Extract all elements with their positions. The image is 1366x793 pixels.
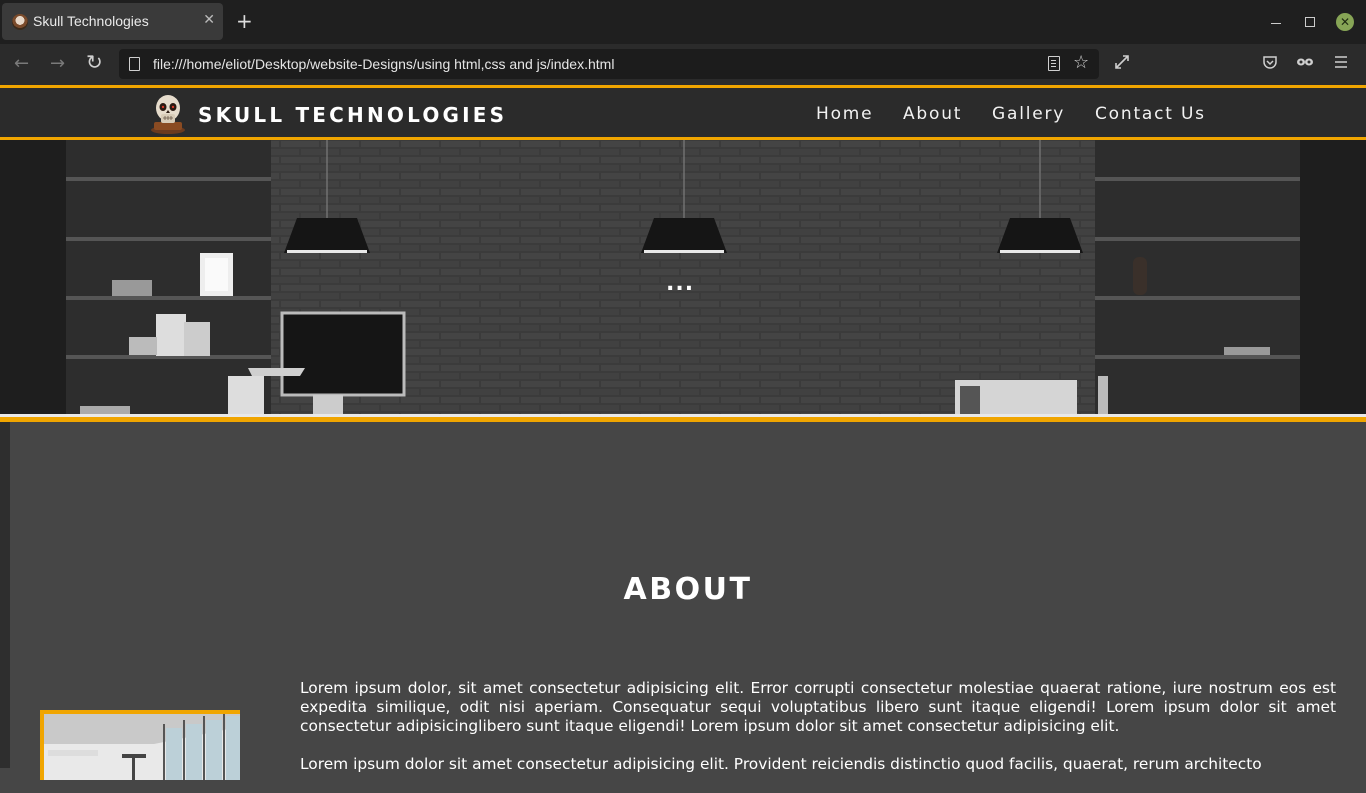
about-text: Lorem ipsum dolor, sit amet consectetur … bbox=[300, 679, 1336, 793]
reader-view-icon[interactable] bbox=[1048, 56, 1060, 71]
tab-title: Skull Technologies bbox=[33, 13, 149, 29]
nav-gallery[interactable]: Gallery bbox=[992, 104, 1065, 124]
fullscreen-icon[interactable] bbox=[1114, 54, 1130, 75]
hero-divider bbox=[0, 414, 1366, 422]
hero-banner: ... bbox=[0, 140, 1366, 415]
forward-icon[interactable]: → bbox=[50, 54, 65, 74]
brand-name[interactable]: SKULL TECHNOLOGIES bbox=[198, 103, 507, 127]
about-paragraph: Lorem ipsum dolor sit amet consectetur a… bbox=[300, 755, 1262, 773]
nav-contact-us[interactable]: Contact Us bbox=[1095, 104, 1206, 124]
menu-icon[interactable] bbox=[1334, 54, 1348, 74]
browser-tab-bar: Skull Technologies ✕ + ✕ bbox=[0, 0, 1366, 44]
minimize-window-icon[interactable] bbox=[1271, 23, 1281, 24]
hero-loading-dots: ... bbox=[666, 271, 695, 296]
bookmark-star-icon[interactable]: ☆ bbox=[1073, 52, 1089, 73]
skull-favicon-icon bbox=[12, 14, 28, 30]
back-icon[interactable]: ← bbox=[14, 54, 29, 74]
close-window-icon[interactable]: ✕ bbox=[1336, 13, 1354, 31]
browser-tab[interactable]: Skull Technologies ✕ bbox=[2, 3, 223, 40]
url-text[interactable]: file:///home/eliot/Desktop/website-Desig… bbox=[153, 56, 614, 72]
reload-icon[interactable]: ↻ bbox=[86, 52, 103, 72]
browser-toolbar: ← → ↻ file:///home/eliot/Desktop/website… bbox=[0, 44, 1366, 85]
nav-about[interactable]: About bbox=[903, 104, 962, 124]
nav-home[interactable]: Home bbox=[816, 104, 873, 124]
close-tab-icon[interactable]: ✕ bbox=[203, 12, 215, 28]
site-header: SKULL TECHNOLOGIES Home About Gallery Co… bbox=[0, 85, 1366, 140]
url-bar[interactable]: file:///home/eliot/Desktop/website-Desig… bbox=[119, 49, 1099, 79]
maximize-window-icon[interactable] bbox=[1305, 17, 1315, 27]
pocket-icon[interactable] bbox=[1262, 54, 1278, 75]
about-paragraph: Lorem ipsum dolor, sit amet consectetur … bbox=[300, 679, 1336, 735]
skull-logo-icon[interactable] bbox=[148, 92, 188, 134]
new-tab-icon[interactable]: + bbox=[236, 10, 253, 32]
about-image bbox=[40, 710, 240, 780]
page-icon bbox=[129, 57, 140, 71]
about-heading: ABOUT bbox=[623, 572, 753, 607]
private-mask-icon[interactable] bbox=[1296, 54, 1314, 75]
